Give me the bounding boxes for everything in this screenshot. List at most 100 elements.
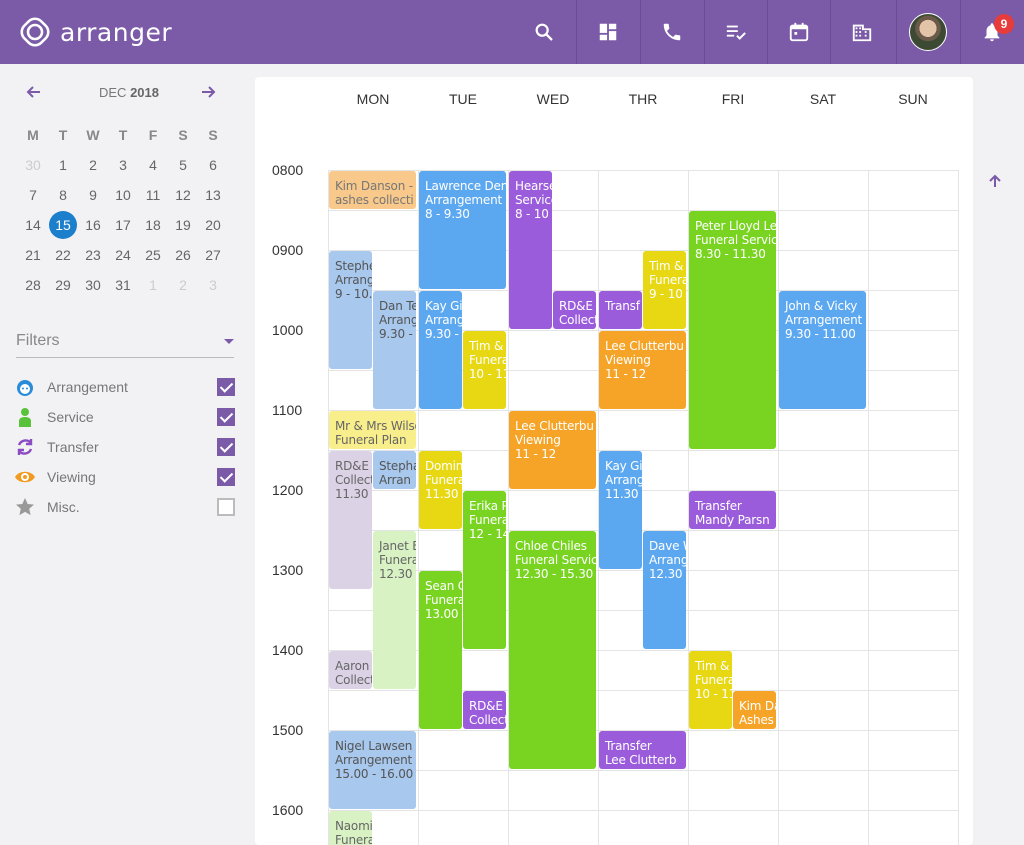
calendar-event[interactable]: Mr & Mrs Wilso Funeral Plan xyxy=(329,411,416,449)
calendar-event[interactable]: Sean C Funera 13.00 - xyxy=(419,571,462,729)
mini-calendar-day[interactable]: 17 xyxy=(108,210,138,240)
checklist-icon xyxy=(726,25,746,40)
dashboard-button[interactable] xyxy=(576,0,639,64)
calendar-event[interactable]: Transfer Lee Clutterb xyxy=(599,731,686,769)
mini-calendar-day[interactable]: 2 xyxy=(78,150,108,180)
calendar-event[interactable]: Kay Gi Arrang 11.30 - xyxy=(599,451,642,569)
filter-checkbox[interactable] xyxy=(217,468,235,486)
filter-checkbox[interactable] xyxy=(217,378,235,396)
calendar-event[interactable]: Lawrence Dem Arrangement 8 - 9.30 xyxy=(419,171,506,289)
locations-button[interactable] xyxy=(830,0,893,64)
mini-calendar-day[interactable]: 1 xyxy=(138,270,168,300)
app-logo[interactable]: arranger xyxy=(18,14,172,50)
calendar-event[interactable]: Naomi Funera xyxy=(329,811,372,845)
event-text: 8 - 9.30 xyxy=(425,207,470,221)
calendar-event[interactable]: Chloe Chiles Funeral Servic 12.30 - 15.30 xyxy=(509,531,596,769)
calendar-event[interactable]: Tim & Funera 10 - 11 xyxy=(463,331,506,409)
filter-transfer[interactable]: Transfer xyxy=(14,436,238,458)
search-icon xyxy=(535,23,553,41)
mini-calendar-day[interactable]: 23 xyxy=(78,240,108,270)
calendar-event[interactable]: Kim DaAshes c xyxy=(733,691,776,729)
mini-calendar-day[interactable]: 18 xyxy=(138,210,168,240)
mini-calendar-day[interactable]: 3 xyxy=(198,270,228,300)
calendar-event[interactable]: RD&E Collect 11.30 - xyxy=(329,451,372,589)
mini-calendar-day[interactable]: 30 xyxy=(78,270,108,300)
mini-calendar-day[interactable]: 11 xyxy=(138,180,168,210)
mini-calendar-day[interactable]: 28 xyxy=(18,270,48,300)
calendar-event[interactable]: Lee Clutterbu Viewing 11 - 12 xyxy=(599,331,686,409)
event-text: 8 - 10 xyxy=(515,207,549,221)
calendar-event[interactable]: StepheArrang9 - 10.3 xyxy=(329,251,372,369)
calendar-event[interactable]: HearseService8 - 10 xyxy=(509,171,552,329)
mini-calendar-day[interactable]: 26 xyxy=(168,240,198,270)
mini-calendar-day[interactable]: 2 xyxy=(168,270,198,300)
filter-misc[interactable]: Misc. xyxy=(14,496,238,518)
mini-calendar-day[interactable]: 22 xyxy=(48,240,78,270)
scroll-top-button[interactable] xyxy=(984,170,1006,192)
filter-checkbox[interactable] xyxy=(217,438,235,456)
filter-arrangement[interactable]: Arrangement xyxy=(14,376,238,398)
calendar-event[interactable]: Dan TelArrang9.30 - 1 xyxy=(373,291,416,409)
mini-calendar-day[interactable]: 19 xyxy=(168,210,198,240)
mini-calendar-day[interactable]: 30 xyxy=(18,150,48,180)
calendar-event[interactable]: Transfer Mandy Parsn xyxy=(689,491,776,529)
mini-calendar-day[interactable]: 25 xyxy=(138,240,168,270)
next-month-button[interactable] xyxy=(198,82,218,102)
calendar-event[interactable]: John & Vicky Arrangement 9.30 - 11.00 xyxy=(779,291,866,409)
mini-calendar-day[interactable]: 24 xyxy=(108,240,138,270)
event-text: Arrangement xyxy=(425,193,503,207)
mini-calendar-today[interactable]: 15 xyxy=(48,210,78,240)
mini-calendar-day[interactable]: 14 xyxy=(18,210,48,240)
mini-calendar-day[interactable]: 29 xyxy=(48,270,78,300)
mini-calendar-day[interactable]: 1 xyxy=(48,150,78,180)
filter-viewing[interactable]: Viewing xyxy=(14,466,238,488)
calendar-event[interactable]: Tim & Funera 10 - 11 xyxy=(689,651,732,729)
calendar-event[interactable]: Nigel Lawsen Arrangement 15.00 - 16.00 xyxy=(329,731,416,809)
calendar-event[interactable]: Kim Danson - ashes collecti xyxy=(329,171,416,209)
filters-dropdown-icon[interactable] xyxy=(224,339,234,344)
calendar-event[interactable]: Aaron Collect xyxy=(329,651,372,689)
mini-calendar-day[interactable]: 13 xyxy=(198,180,228,210)
mini-calendar-day[interactable]: 20 xyxy=(198,210,228,240)
time-label: 1600 xyxy=(272,802,304,818)
calendar-event[interactable]: Dave WArrang12.30 - xyxy=(643,531,686,649)
calendar-button[interactable] xyxy=(767,0,830,64)
filter-service[interactable]: Service xyxy=(14,406,238,428)
event-text: 11 - 12 xyxy=(605,367,647,381)
mini-calendar-day[interactable]: 6 xyxy=(198,150,228,180)
calendar-event[interactable]: Stepha Arran xyxy=(373,451,416,489)
calendar-event[interactable]: Erika P Funera 12 - 14 xyxy=(463,491,506,649)
mini-calendar-day[interactable]: 16 xyxy=(78,210,108,240)
mini-calendar-day[interactable]: 5 xyxy=(168,150,198,180)
filter-checkbox[interactable] xyxy=(217,408,235,426)
mini-calendar-day[interactable]: 8 xyxy=(48,180,78,210)
calendar-event[interactable]: Peter Lloyd Le Funeral Servic 8.30 - 11.30 xyxy=(689,211,776,449)
mini-calendar-day[interactable]: 9 xyxy=(78,180,108,210)
calendar-event[interactable]: Tim & Funera 9 - 10 xyxy=(643,251,686,329)
mini-calendar-day[interactable]: 21 xyxy=(18,240,48,270)
mini-calendar-day[interactable]: 27 xyxy=(198,240,228,270)
mini-calendar-day[interactable]: 10 xyxy=(108,180,138,210)
mini-calendar-day[interactable]: 31 xyxy=(108,270,138,300)
calendar-event[interactable]: DominiFunera11.30 - xyxy=(419,451,462,529)
half-hour-line xyxy=(328,770,958,771)
mini-calendar-day[interactable]: 3 xyxy=(108,150,138,180)
filter-label: Viewing xyxy=(47,469,96,485)
calendar-event[interactable]: Janet BFunera12.30 - xyxy=(373,531,416,689)
profile-button[interactable] xyxy=(896,0,959,64)
calendar-event[interactable]: RD&E Collect xyxy=(463,691,506,729)
calendar-event[interactable]: Kay GiArrang9.30 - 1 xyxy=(419,291,462,409)
search-button[interactable] xyxy=(512,0,575,64)
filter-checkbox[interactable] xyxy=(217,498,235,516)
calendar-event[interactable]: Lee Clutterbu Viewing 11 - 12 xyxy=(509,411,596,489)
tasks-button[interactable] xyxy=(704,0,767,64)
phone-button[interactable] xyxy=(640,0,703,64)
notifications-button[interactable]: 9 xyxy=(960,0,1023,64)
mini-calendar-day[interactable]: 4 xyxy=(138,150,168,180)
filter-label: Arrangement xyxy=(47,379,128,395)
calendar-event[interactable]: Transf xyxy=(599,291,642,329)
filters-title[interactable]: Filters xyxy=(16,332,60,350)
mini-calendar-day[interactable]: 12 xyxy=(168,180,198,210)
mini-calendar-day[interactable]: 7 xyxy=(18,180,48,210)
calendar-event[interactable]: RD&E Collect xyxy=(553,291,596,329)
